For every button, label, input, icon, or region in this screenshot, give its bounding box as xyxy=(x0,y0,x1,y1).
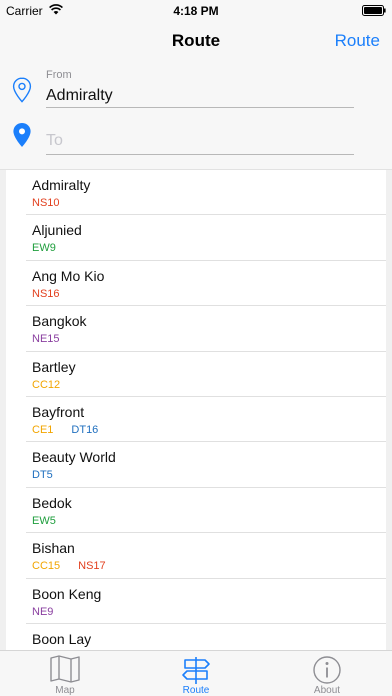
line-code: EW5 xyxy=(32,514,56,527)
station-row[interactable]: Admiralty NS10 xyxy=(6,170,386,216)
to-input[interactable] xyxy=(46,128,354,155)
station-codes: NE15 xyxy=(32,333,78,345)
station-row[interactable]: Boon Lay xyxy=(6,624,386,650)
line-code: NE15 xyxy=(32,333,60,346)
station-codes: CE1 DT16 xyxy=(32,424,116,436)
line-code: EW9 xyxy=(32,242,56,255)
station-name: Beauty World xyxy=(32,449,116,466)
station-row[interactable]: Aljunied EW9 xyxy=(6,215,386,262)
location-pin-outline-icon xyxy=(12,77,32,103)
tab-about[interactable]: About xyxy=(262,651,392,696)
from-input[interactable] xyxy=(46,84,354,108)
route-panel: From xyxy=(0,64,392,170)
station-name: Aljunied xyxy=(32,222,82,239)
tab-label: Route xyxy=(182,685,210,696)
line-code: CE1 xyxy=(32,423,54,436)
info-icon xyxy=(313,656,341,684)
station-codes: EW5 xyxy=(32,515,74,527)
station-codes: NS10 xyxy=(32,197,78,209)
tab-map[interactable]: Map xyxy=(0,651,130,696)
tab-bar: Map Route About xyxy=(0,650,392,696)
station-codes: NE9 xyxy=(32,606,71,618)
station-name: Boon Lay xyxy=(32,630,92,647)
station-name: Admiralty xyxy=(32,177,91,193)
status-bar: Carrier 4:18 PM xyxy=(0,0,392,20)
station-name: Bayfront xyxy=(32,403,85,420)
station-name: Ang Mo Kio xyxy=(32,267,105,284)
station-codes: CC12 xyxy=(32,379,78,391)
station-codes: NS16 xyxy=(32,288,78,300)
tab-label: Map xyxy=(55,685,75,696)
station-row[interactable]: Bangkok NE15 xyxy=(6,306,386,352)
line-code: CC15 xyxy=(32,560,61,573)
line-code: CC12 xyxy=(32,378,61,391)
station-codes: EW9 xyxy=(32,242,74,254)
route-button[interactable]: Route xyxy=(335,31,380,51)
line-code: NS10 xyxy=(32,197,60,209)
station-row[interactable]: Bedok EW5 xyxy=(6,488,386,534)
station-row[interactable]: Boon Keng NE9 xyxy=(6,579,386,625)
station-row[interactable]: Bishan CC15 NS17 xyxy=(6,533,386,579)
battery-icon xyxy=(362,5,386,16)
station-name: Bishan xyxy=(32,540,75,557)
navigation-bar: Route Route xyxy=(0,20,392,64)
map-icon xyxy=(50,655,80,683)
line-code: NE9 xyxy=(32,605,54,618)
station-name: Bartley xyxy=(32,358,76,375)
page-title: Route xyxy=(171,31,221,50)
line-code: NS16 xyxy=(32,287,60,300)
station-row[interactable]: Bartley CC12 xyxy=(6,352,386,398)
from-label: From xyxy=(46,69,72,81)
station-list-card: Admiralty NS10 Aljunied EW9 Ang Mo Kio NS16 Ba… xyxy=(6,170,386,650)
line-code: NS17 xyxy=(78,560,106,573)
tab-label: About xyxy=(313,685,341,696)
location-pin-filled-icon xyxy=(13,123,31,147)
line-code: DT16 xyxy=(71,423,99,436)
station-list: Admiralty NS10 Aljunied EW9 Ang Mo Kio NS16 Ba… xyxy=(0,170,392,650)
station-row[interactable]: Beauty World DT5 xyxy=(6,442,386,489)
tab-route[interactable]: Route xyxy=(131,651,261,696)
station-codes: DT5 xyxy=(32,469,71,481)
station-row[interactable]: Ang Mo Kio NS16 xyxy=(6,261,386,307)
line-code: DT5 xyxy=(32,469,53,482)
status-time: 4:18 PM xyxy=(173,4,219,18)
station-name: Bedok xyxy=(32,494,72,511)
station-name: Bangkok xyxy=(32,313,87,330)
station-row[interactable]: Bayfront CE1 DT16 xyxy=(6,397,386,443)
station-codes: CC15 NS17 xyxy=(32,560,124,572)
station-name: Boon Keng xyxy=(32,585,102,602)
signpost-icon xyxy=(182,657,210,684)
